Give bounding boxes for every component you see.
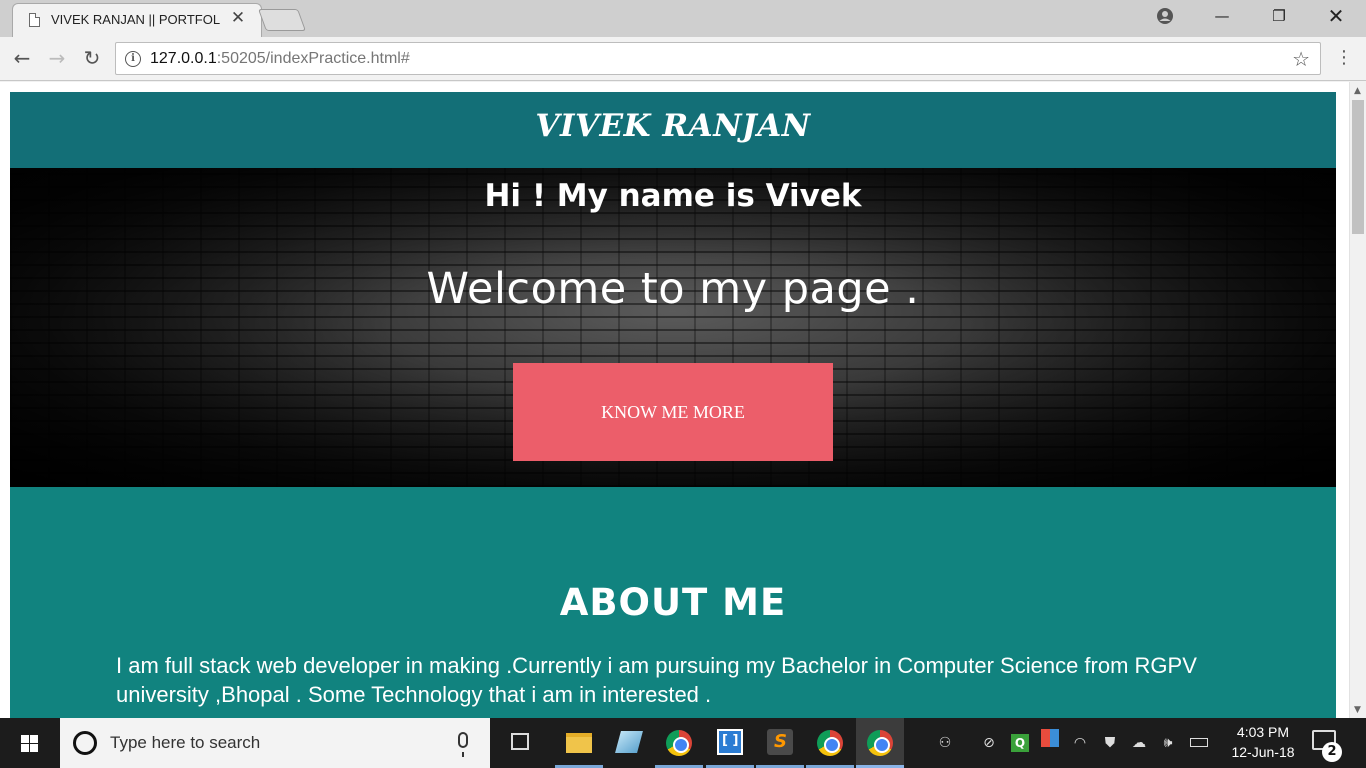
tab-title: VIVEK RANJAN || PORTFOLIO bbox=[51, 12, 221, 27]
profile-icon[interactable] bbox=[1142, 0, 1188, 34]
network-status-icon[interactable]: ⊘ bbox=[976, 718, 1002, 768]
task-view-icon bbox=[511, 733, 529, 750]
hero-welcome: Welcome to my page . bbox=[426, 264, 920, 314]
page-viewport: VIVEK RANJAN Hi ! My name is Vivek Welco… bbox=[0, 82, 1349, 718]
file-explorer-button[interactable] bbox=[555, 718, 603, 768]
browser-menu-icon[interactable]: ⋮ bbox=[1334, 46, 1354, 72]
know-me-more-button[interactable]: KNOW ME MORE bbox=[513, 363, 833, 461]
search-placeholder: Type here to search bbox=[110, 733, 261, 752]
document-icon bbox=[29, 13, 40, 27]
system-clock[interactable]: 4:03 PM 12-Jun-18 bbox=[1219, 722, 1307, 762]
browser-toolbar: ← → ↻ i 127.0.0.1:50205/indexPractice.ht… bbox=[0, 37, 1366, 81]
cortana-icon bbox=[73, 731, 97, 755]
qt-tray-icon[interactable]: Q bbox=[1008, 718, 1032, 768]
notes-app-icon bbox=[615, 731, 643, 753]
taskbar: Type here to search ⚇ ⊘ Q ◠ ⛊ ☁ 🕪 4:03 P… bbox=[0, 718, 1366, 768]
maximize-button[interactable]: ❐ bbox=[1256, 0, 1302, 34]
hero-greeting: Hi ! My name is Vivek bbox=[484, 178, 862, 214]
security-shield-icon[interactable]: ⛊ bbox=[1098, 718, 1122, 768]
about-section: ABOUT ME I am full stack web developer i… bbox=[10, 487, 1336, 718]
page-scrollbar[interactable]: ▲ ▼ bbox=[1349, 82, 1366, 718]
brackets-icon bbox=[717, 729, 743, 755]
chrome-taskbar-button-3[interactable] bbox=[856, 718, 904, 768]
chrome-icon bbox=[817, 730, 843, 756]
task-view-button[interactable] bbox=[496, 718, 544, 768]
minimize-button[interactable]: — bbox=[1199, 0, 1245, 34]
scroll-thumb[interactable] bbox=[1352, 100, 1364, 234]
hero-section: Hi ! My name is Vivek Welcome to my page… bbox=[10, 168, 1336, 487]
sublime-text-icon bbox=[767, 729, 793, 755]
chrome-taskbar-button-2[interactable] bbox=[806, 718, 854, 768]
wifi-icon[interactable]: ◠ bbox=[1068, 718, 1092, 768]
tab-strip: VIVEK RANJAN || PORTFOLIO ✕ — ❐ ✕ bbox=[0, 0, 1366, 37]
clock-date: 12-Jun-18 bbox=[1231, 744, 1295, 760]
windows-logo-icon bbox=[21, 735, 39, 752]
bookmark-star-icon[interactable]: ☆ bbox=[1292, 47, 1310, 71]
start-button[interactable] bbox=[0, 718, 60, 768]
about-text: I am full stack web developer in making … bbox=[116, 653, 1197, 707]
url-path: :50205/indexPractice.html# bbox=[216, 50, 410, 67]
tab-close-button[interactable]: ✕ bbox=[229, 9, 247, 27]
chrome-icon bbox=[666, 730, 692, 756]
url-host: 127.0.0.1 bbox=[150, 50, 217, 67]
url-text[interactable]: 127.0.0.1:50205/indexPractice.html# bbox=[150, 50, 410, 68]
folder-icon bbox=[566, 733, 592, 753]
brackets-taskbar-button[interactable] bbox=[706, 718, 754, 768]
info-icon[interactable]: i bbox=[125, 51, 141, 67]
battery-icon[interactable] bbox=[1186, 718, 1212, 768]
site-header: VIVEK RANJAN bbox=[10, 92, 1336, 168]
close-window-button[interactable]: ✕ bbox=[1313, 0, 1359, 34]
clock-time: 4:03 PM bbox=[1236, 724, 1290, 740]
address-bar[interactable]: i 127.0.0.1:50205/indexPractice.html# ☆ bbox=[115, 42, 1321, 75]
browser-tab[interactable]: VIVEK RANJAN || PORTFOLIO ✕ bbox=[12, 3, 262, 37]
onedrive-cloud-icon[interactable]: ☁ bbox=[1126, 718, 1152, 768]
about-heading: ABOUT ME bbox=[559, 581, 787, 624]
people-icon[interactable]: ⚇ bbox=[930, 718, 960, 768]
scroll-up-arrow-icon[interactable]: ▲ bbox=[1354, 86, 1361, 96]
reload-button[interactable]: ↻ bbox=[79, 46, 105, 72]
site-title[interactable]: VIVEK RANJAN bbox=[535, 108, 810, 144]
chrome-icon bbox=[867, 730, 893, 756]
microphone-icon[interactable] bbox=[458, 732, 468, 757]
notes-app-button[interactable] bbox=[605, 718, 653, 768]
volume-icon[interactable]: 🕪 bbox=[1156, 718, 1180, 768]
app-tray-icon[interactable] bbox=[1038, 718, 1062, 768]
portfolio-page: VIVEK RANJAN Hi ! My name is Vivek Welco… bbox=[10, 92, 1336, 718]
forward-button[interactable]: → bbox=[44, 46, 70, 72]
back-button[interactable]: ← bbox=[9, 46, 35, 72]
new-tab-button[interactable] bbox=[257, 9, 307, 31]
sublime-taskbar-button[interactable] bbox=[756, 718, 804, 768]
scroll-down-arrow-icon[interactable]: ▼ bbox=[1354, 705, 1361, 715]
chrome-taskbar-button-1[interactable] bbox=[655, 718, 703, 768]
taskbar-search[interactable]: Type here to search bbox=[60, 718, 490, 768]
notification-count-badge: 2 bbox=[1322, 742, 1342, 762]
